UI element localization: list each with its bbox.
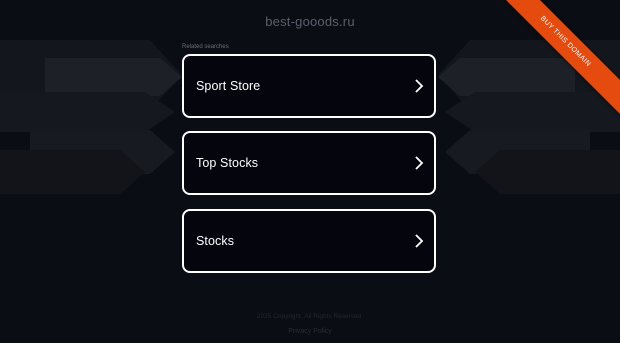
buy-domain-label[interactable]: BUY THIS DOMAIN	[500, 0, 620, 118]
footer-copyright: 2025 Copyright. All Rights Reserved.	[256, 313, 364, 320]
chevron-right-icon	[415, 156, 424, 170]
search-card-stocks[interactable]: Stocks	[182, 209, 436, 273]
search-card-sport-store[interactable]: Sport Store	[182, 54, 436, 118]
buy-domain-ribbon[interactable]: BUY THIS DOMAIN	[500, 0, 620, 120]
related-searches-label: Related searches	[182, 44, 229, 50]
chevron-right-icon	[415, 234, 424, 248]
search-card-label: Stocks	[196, 234, 235, 248]
search-card-label: Sport Store	[196, 79, 261, 93]
search-card-label: Top Stocks	[196, 156, 259, 170]
chevron-right-icon	[415, 79, 424, 93]
search-card-top-stocks[interactable]: Top Stocks	[182, 131, 436, 195]
privacy-policy-link[interactable]: Privacy Policy	[0, 328, 620, 335]
